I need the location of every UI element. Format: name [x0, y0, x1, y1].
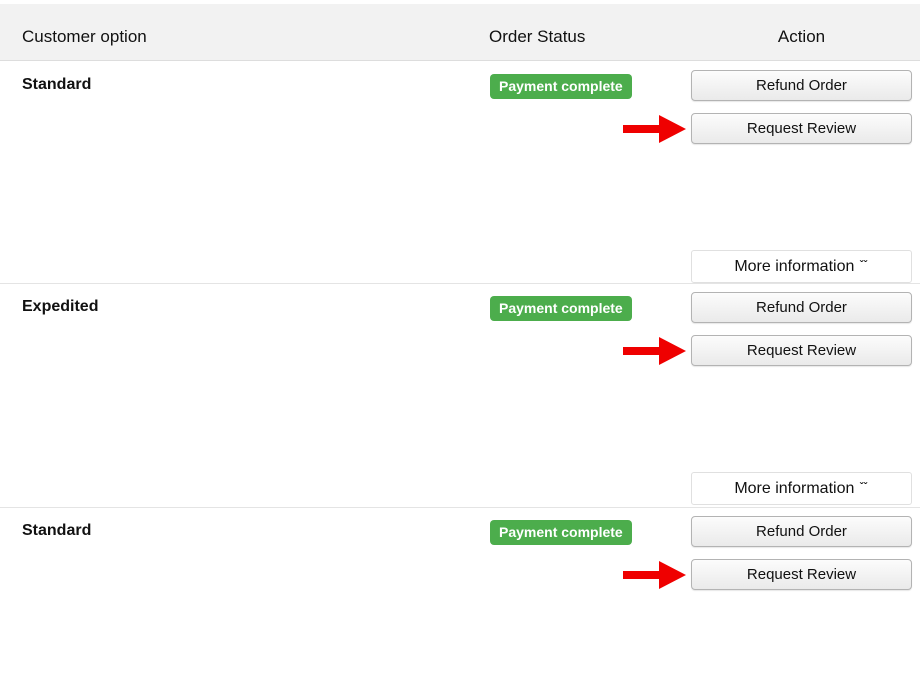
red-right-arrow-icon	[623, 115, 686, 143]
request-review-button[interactable]: Request Review	[691, 113, 912, 144]
refund-order-button[interactable]: Refund Order	[691, 292, 912, 323]
column-header-customer-option: Customer option	[22, 27, 147, 46]
refund-order-button[interactable]: Refund Order	[691, 516, 912, 547]
red-right-arrow-icon	[623, 561, 686, 589]
status-badge: Payment complete	[490, 74, 632, 99]
table-row: Standard Payment complete Refund Order R…	[0, 508, 920, 680]
refund-order-button[interactable]: Refund Order	[691, 70, 912, 101]
more-information-label: More information	[734, 258, 855, 275]
table-row: Expedited Payment complete Refund Order …	[0, 284, 920, 508]
more-information-button[interactable]: More information ˇˇ	[691, 472, 912, 505]
double-chevron-down-icon: ˇˇ	[860, 257, 868, 273]
red-right-arrow-icon	[623, 337, 686, 365]
order-table: Customer option Order Status Action Stan…	[0, 0, 920, 680]
cell-customer-option: Standard	[22, 76, 92, 93]
status-badge: Payment complete	[490, 296, 632, 321]
more-information-button[interactable]: More information ˇˇ	[691, 250, 912, 283]
column-header-order-status: Order Status	[489, 27, 586, 46]
cell-customer-option: Standard	[22, 522, 92, 539]
more-information-label: More information	[734, 480, 855, 497]
column-header-action: Action	[777, 27, 826, 46]
status-badge: Payment complete	[490, 520, 632, 545]
request-review-button[interactable]: Request Review	[691, 559, 912, 590]
table-header-row: Customer option Order Status Action	[0, 4, 920, 61]
cell-customer-option: Expedited	[22, 298, 99, 315]
request-review-button[interactable]: Request Review	[691, 335, 912, 366]
table-row: Standard Payment complete Refund Order R…	[0, 62, 920, 284]
double-chevron-down-icon: ˇˇ	[860, 479, 868, 495]
